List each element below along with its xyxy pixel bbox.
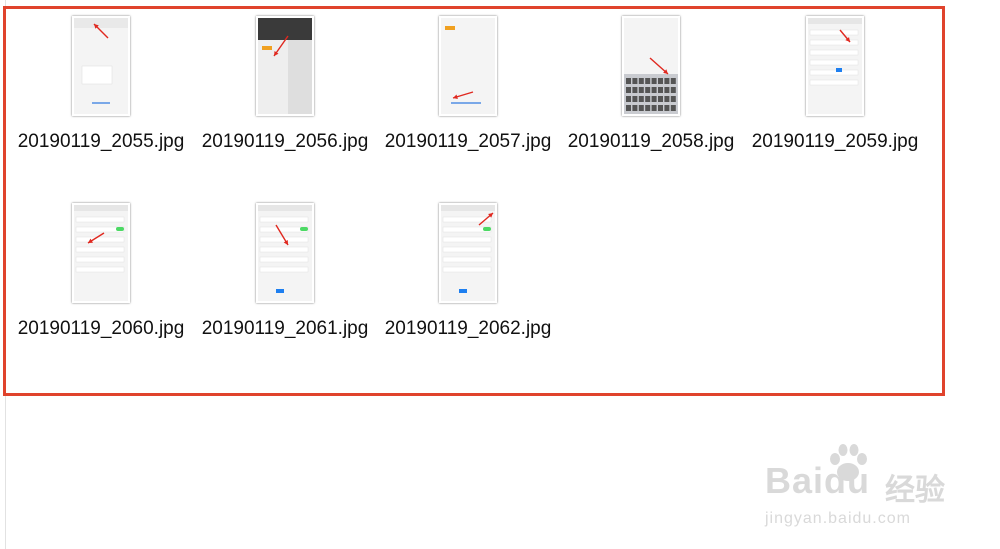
file-name-label[interactable]: 20190119_2060.jpg	[8, 315, 194, 343]
file-item[interactable]: 20190119_2062.jpg	[375, 203, 561, 343]
file-item[interactable]: 20190119_2059.jpg	[742, 16, 928, 156]
file-name-label[interactable]: 20190119_2061.jpg	[192, 315, 378, 343]
file-name-label[interactable]: 20190119_2057.jpg	[375, 128, 561, 156]
paw-icon	[830, 444, 867, 481]
image-thumbnail[interactable]	[256, 203, 314, 303]
image-thumbnail[interactable]	[622, 16, 680, 116]
file-item[interactable]: 20190119_2055.jpg	[8, 16, 194, 156]
screenshot-preview-icon	[74, 18, 128, 114]
screenshot-preview-icon	[441, 205, 495, 301]
image-thumbnail[interactable]	[439, 16, 497, 116]
screenshot-preview-icon	[74, 205, 128, 301]
image-thumbnail[interactable]	[439, 203, 497, 303]
file-name-label[interactable]: 20190119_2058.jpg	[558, 128, 744, 156]
image-thumbnail[interactable]	[72, 16, 130, 116]
file-item[interactable]: 20190119_2058.jpg	[558, 16, 744, 156]
image-thumbnail[interactable]	[256, 16, 314, 116]
image-thumbnail[interactable]	[806, 16, 864, 116]
baidu-jingyan-watermark: Baidu 经验 jingyan.baidu.com	[765, 438, 965, 538]
screenshot-preview-icon	[441, 18, 495, 114]
file-item[interactable]: 20190119_2060.jpg	[8, 203, 194, 343]
watermark-url: jingyan.baidu.com	[765, 510, 911, 527]
screenshot-preview-icon	[258, 205, 312, 301]
file-item[interactable]: 20190119_2056.jpg	[192, 16, 378, 156]
screenshot-preview-icon	[258, 18, 312, 114]
image-thumbnail[interactable]	[72, 203, 130, 303]
screenshot-preview-icon	[624, 18, 678, 114]
watermark-chinese: 经验	[885, 474, 945, 507]
file-item[interactable]: 20190119_2057.jpg	[375, 16, 561, 156]
file-name-label[interactable]: 20190119_2059.jpg	[742, 128, 928, 156]
file-item[interactable]: 20190119_2061.jpg	[192, 203, 378, 343]
file-name-label[interactable]: 20190119_2056.jpg	[192, 128, 378, 156]
screenshot-preview-icon	[808, 18, 862, 114]
file-name-label[interactable]: 20190119_2055.jpg	[8, 128, 194, 156]
file-name-label[interactable]: 20190119_2062.jpg	[375, 315, 561, 343]
